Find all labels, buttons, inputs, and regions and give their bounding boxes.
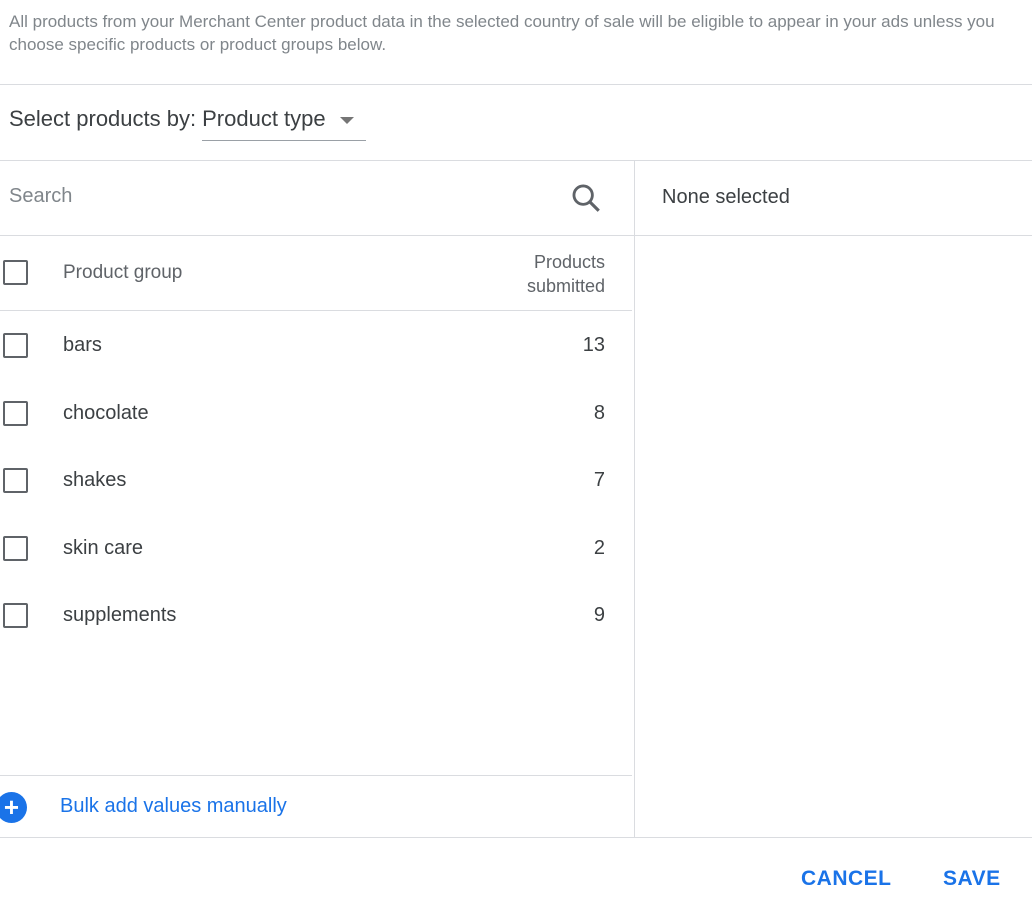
row-checkbox[interactable] bbox=[3, 603, 28, 628]
search-bar bbox=[0, 161, 634, 236]
row-checkbox[interactable] bbox=[3, 333, 28, 358]
product-group-name: skin care bbox=[63, 536, 144, 559]
table-row[interactable]: skin care 2 bbox=[0, 515, 632, 582]
divider bbox=[0, 84, 1032, 85]
selected-pane-header: None selected bbox=[635, 161, 1032, 236]
add-circle-icon: + bbox=[0, 792, 27, 823]
caret-down-icon bbox=[339, 117, 354, 124]
products-submitted-count: 2 bbox=[593, 536, 605, 559]
product-group-name: chocolate bbox=[63, 401, 149, 424]
save-button[interactable]: SAVE bbox=[943, 867, 1001, 891]
header-line: Products bbox=[533, 252, 605, 272]
dropdown-value: Product type bbox=[202, 106, 326, 131]
header-products-submitted: Products submitted bbox=[455, 250, 605, 298]
table-row[interactable]: bars 13 bbox=[0, 312, 632, 379]
row-checkbox[interactable] bbox=[3, 535, 28, 561]
products-submitted-count: 7 bbox=[593, 469, 605, 491]
table-row[interactable]: supplements 9 bbox=[0, 582, 632, 649]
select-label: Select products by: bbox=[9, 106, 197, 131]
table-header: Product group Products submitted bbox=[0, 236, 632, 311]
select-all-checkbox[interactable] bbox=[3, 260, 28, 285]
search-input[interactable] bbox=[9, 185, 509, 208]
bulk-add-label: Bulk add values manually bbox=[60, 795, 287, 817]
product-group-name: shakes bbox=[63, 469, 127, 491]
header-product-group: Product group bbox=[63, 262, 183, 283]
products-submitted-count: 13 bbox=[582, 334, 605, 356]
select-products-row: Select products by: Product type bbox=[9, 106, 366, 141]
intro-text: All products from your Merchant Center p… bbox=[9, 12, 995, 54]
bulk-add-button[interactable]: + Bulk add values manually bbox=[0, 775, 632, 838]
row-checkbox[interactable] bbox=[3, 400, 28, 426]
search-icon[interactable] bbox=[569, 181, 603, 215]
product-group-name: supplements bbox=[63, 604, 177, 626]
product-selector-panel: Product group Products submitted bars 13 c… bbox=[0, 160, 1032, 838]
products-submitted-count: 9 bbox=[593, 604, 605, 626]
table-row[interactable]: shakes 7 bbox=[0, 447, 632, 514]
row-checkbox[interactable] bbox=[3, 468, 28, 493]
product-group-name: bars bbox=[63, 334, 102, 356]
product-type-dropdown[interactable]: Product type bbox=[202, 106, 366, 141]
cancel-button[interactable]: CANCEL bbox=[801, 867, 892, 891]
product-list-pane: Product group Products submitted bars 13 c… bbox=[0, 161, 635, 837]
table-row[interactable]: chocolate 8 bbox=[0, 380, 632, 447]
selected-status: None selected bbox=[662, 186, 790, 208]
products-submitted-count: 8 bbox=[593, 401, 605, 424]
header-line: submitted bbox=[526, 276, 605, 296]
